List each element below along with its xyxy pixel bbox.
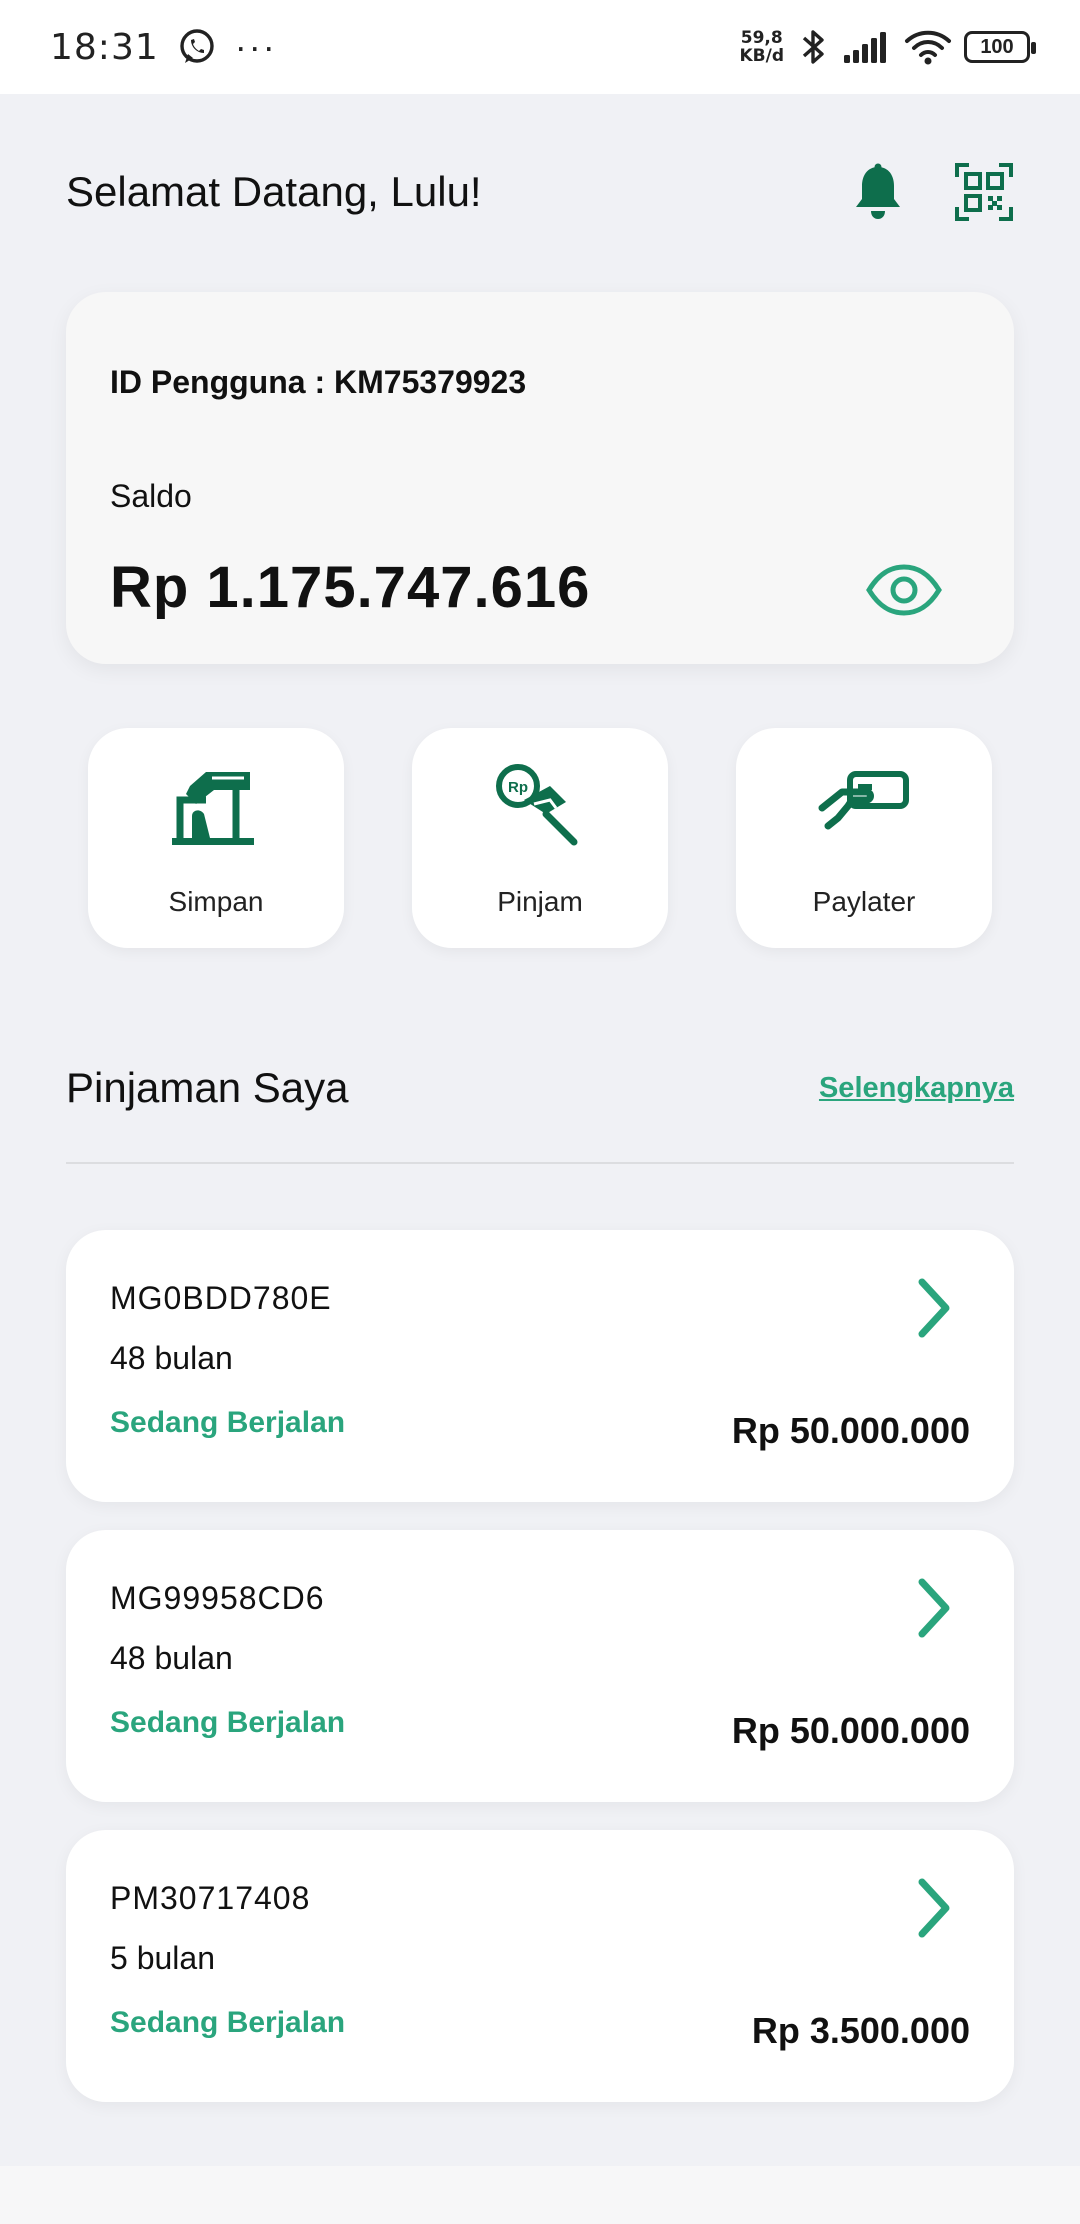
loan-tenor: 48 bulan	[110, 1340, 233, 1376]
home-header: Selamat Datang, Lulu!	[66, 150, 1014, 234]
loan-status: Sedang Berjalan	[110, 1706, 346, 1739]
bluetooth-icon	[802, 30, 824, 64]
section-divider	[66, 1162, 1014, 1164]
svg-text:Rp: Rp	[508, 779, 528, 796]
menu-pinjam[interactable]: Rp Pinjam	[412, 728, 668, 948]
loans-section-title: Pinjaman Saya	[66, 1064, 349, 1111]
status-bar: 18:31 ··· 59,8 KB/d 100	[0, 0, 1080, 94]
bell-icon	[856, 163, 900, 219]
network-speed-unit: KB/d	[739, 46, 784, 66]
battery-indicator: 100	[964, 31, 1036, 63]
signal-icon	[844, 32, 886, 63]
see-more-link[interactable]: Selengkapnya	[819, 1072, 1014, 1105]
chevron-right-icon[interactable]	[912, 1876, 956, 1940]
loan-card[interactable]: PM30717408 5 bulan Sedang Berjalan Rp 3.…	[66, 1830, 1014, 2102]
whatsapp-icon	[180, 29, 214, 63]
loan-amount: Rp 3.500.000	[751, 2010, 970, 2051]
qr-scan-icon	[955, 163, 1013, 221]
balance-card: ID Pengguna : KM75379923 Saldo Rp 1.175.…	[66, 292, 1014, 664]
loan-card[interactable]: MG99958CD6 48 bulan Sedang Berjalan Rp 5…	[66, 1530, 1014, 1802]
loan-id: PM30717408	[110, 1880, 311, 1916]
network-speed: 59,8 KB/d	[739, 29, 784, 65]
qr-scan-button[interactable]	[954, 162, 1014, 222]
menu-simpan-label: Simpan	[168, 886, 264, 917]
eye-icon[interactable]	[866, 564, 942, 616]
saldo-label: Saldo	[110, 478, 192, 514]
chevron-right-icon[interactable]	[912, 1576, 956, 1640]
quick-menu: Simpan Rp Pinjam Paylater	[88, 728, 992, 948]
user-id: ID Pengguna : KM75379923	[110, 364, 527, 400]
loan-id: MG99958CD6	[110, 1580, 325, 1616]
menu-pinjam-label: Pinjam	[497, 886, 583, 917]
loan-tenor: 48 bulan	[110, 1640, 233, 1676]
loan-status: Sedang Berjalan	[110, 2006, 346, 2039]
loan-status: Sedang Berjalan	[110, 1406, 346, 1439]
status-time: 18:31	[50, 26, 159, 68]
savings-icon	[172, 772, 254, 845]
loan-id: MG0BDD780E	[110, 1280, 332, 1316]
menu-paylater-label: Paylater	[812, 886, 916, 917]
saldo-value: Rp 1.175.747.616	[110, 555, 591, 620]
greeting-text: Selamat Datang, Lulu!	[66, 168, 482, 215]
paylater-icon	[818, 771, 909, 830]
menu-simpan[interactable]: Simpan	[88, 728, 344, 948]
loan-amount: Rp 50.000.000	[731, 1410, 970, 1451]
loan-card[interactable]: MG0BDD780E 48 bulan Sedang Berjalan Rp 5…	[66, 1230, 1014, 1502]
bottom-nav-area	[0, 2166, 1080, 2224]
menu-paylater[interactable]: Paylater	[736, 728, 992, 948]
chevron-right-icon[interactable]	[912, 1276, 956, 1340]
loan-amount: Rp 50.000.000	[731, 1710, 970, 1751]
loan-icon: Rp	[496, 764, 578, 846]
wifi-icon	[905, 30, 951, 65]
notification-button[interactable]	[848, 162, 908, 222]
network-speed-value: 59,8	[740, 28, 783, 48]
more-notifications-icon: ···	[234, 26, 277, 67]
loan-tenor: 5 bulan	[110, 1940, 215, 1976]
